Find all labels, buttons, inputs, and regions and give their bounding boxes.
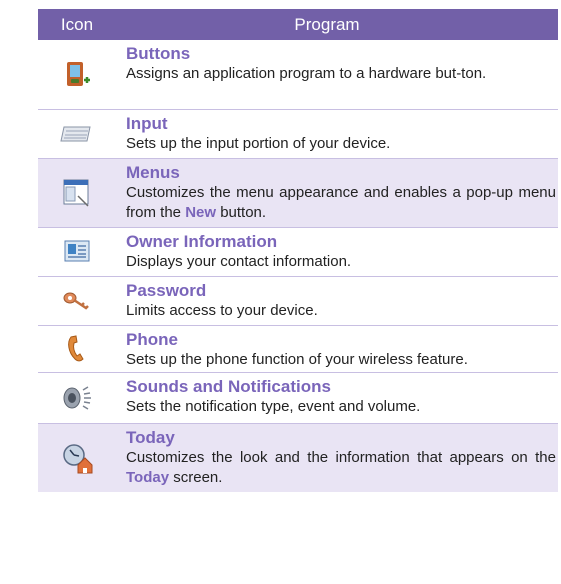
row-title: Menus <box>126 163 180 182</box>
new-button-reference: New <box>185 204 217 221</box>
description-text: Customizes the look and the information … <box>126 449 556 466</box>
row-description: Sets the notification type, event and vo… <box>126 398 421 415</box>
row-title: Input <box>126 114 168 133</box>
row-title: Phone <box>126 330 178 349</box>
table-row-sounds-notifications: Sounds and Notifications Sets the notifi… <box>38 373 558 424</box>
icon-column-header: Icon <box>60 14 94 34</box>
table-row-owner-information: Owner Information Displays your contact … <box>38 228 558 277</box>
row-description: Displays your contact information. <box>126 253 352 270</box>
buttons-icon <box>38 40 116 109</box>
row-title: Sounds and Notifications <box>126 377 331 396</box>
today-screen-reference: Today <box>126 469 170 486</box>
row-description: Assigns an application program to a hard… <box>126 65 487 82</box>
keys-icon <box>38 277 116 325</box>
settings-programs-table: Icon Program Buttons Assigns an applicat… <box>38 9 558 492</box>
table-row-today: Today Customizes the look and the inform… <box>38 424 558 492</box>
table-row-password: Password Limits access to your device. <box>38 277 558 326</box>
table-row-buttons: Buttons Assigns an application program t… <box>38 40 558 110</box>
program-column-header: Program <box>294 14 360 34</box>
row-description: Limits access to your device. <box>126 302 318 319</box>
row-title: Password <box>126 281 207 300</box>
contact-card-icon <box>38 228 116 276</box>
table-row-input: Input Sets up the input portion of your … <box>38 110 558 159</box>
phone-icon <box>38 326 116 372</box>
row-description: Sets up the input portion of your device… <box>126 135 391 152</box>
row-description: Sets up the phone function of your wirel… <box>126 351 468 368</box>
row-description: Customizes the menu appearance and enabl… <box>126 183 558 223</box>
speaker-icon <box>38 373 116 423</box>
row-title: Today <box>126 428 175 447</box>
today-home-icon <box>38 424 116 492</box>
table-row-phone: Phone Sets up the phone function of your… <box>38 326 558 373</box>
table-row-menus: Menus Customizes the menu appearance and… <box>38 159 558 228</box>
description-text: screen. <box>169 469 223 486</box>
row-description: Customizes the look and the information … <box>126 448 558 488</box>
menu-window-icon <box>38 159 116 227</box>
table-header: Icon Program <box>38 9 558 40</box>
description-text: button. <box>216 204 267 221</box>
row-title: Buttons <box>126 44 191 63</box>
keyboard-icon <box>38 110 116 158</box>
row-title: Owner Information <box>126 232 278 251</box>
